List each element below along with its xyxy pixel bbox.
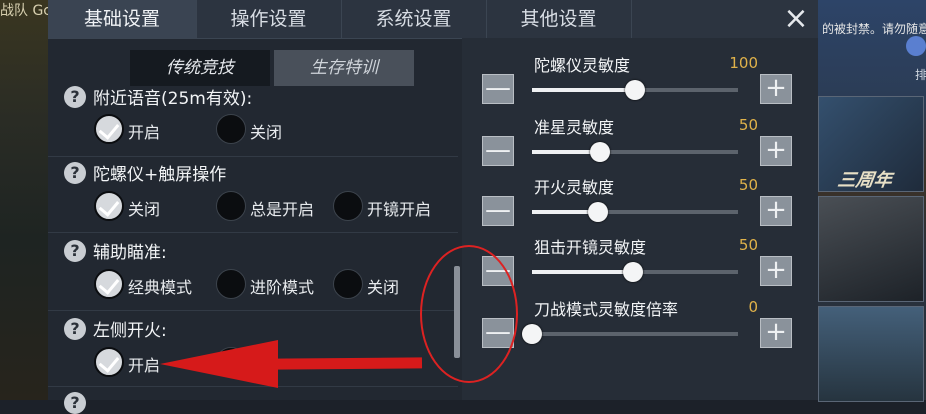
check-icon xyxy=(98,273,120,295)
help-icon[interactable]: ? xyxy=(64,392,86,414)
tab-operation-settings[interactable]: 操作设置 xyxy=(196,0,342,38)
slider-value: 0 xyxy=(748,298,758,316)
radio-nearby-voice-on[interactable] xyxy=(94,114,124,144)
tab-system-settings[interactable]: 系统设置 xyxy=(341,0,487,38)
slider-value: 100 xyxy=(729,54,758,72)
minus-button[interactable]: — xyxy=(482,74,514,104)
plus-button[interactable]: + xyxy=(760,136,792,166)
slider-knob[interactable] xyxy=(622,262,643,282)
setting-label-nearby-voice: 附近语音(25m有效): xyxy=(93,89,253,109)
slider-track[interactable] xyxy=(532,150,738,154)
close-icon[interactable]: × xyxy=(778,2,814,36)
slider-value: 50 xyxy=(738,236,758,254)
slider-value: 50 xyxy=(738,116,758,134)
tab-other-settings[interactable]: 其他设置 xyxy=(486,0,632,38)
option-label: 关闭 xyxy=(128,200,161,219)
slider-label: 开火灵敏度 xyxy=(534,178,615,197)
option-label: 开启 xyxy=(128,356,161,375)
help-icon[interactable]: ? xyxy=(64,86,86,108)
plus-button[interactable]: + xyxy=(760,318,792,348)
divider xyxy=(48,310,458,311)
minus-button[interactable]: — xyxy=(482,196,514,226)
annotation-arrow xyxy=(271,357,423,370)
annotation-circle xyxy=(420,245,518,383)
setting-label-aim-assist: 辅助瞄准: xyxy=(93,243,167,263)
annotation-arrow-head xyxy=(160,340,278,388)
radio-nearby-voice-off[interactable] xyxy=(216,114,246,144)
help-icon[interactable]: ? xyxy=(64,162,86,184)
user-icon[interactable] xyxy=(906,36,926,56)
slider-knob[interactable] xyxy=(589,142,610,162)
option-label: 经典模式 xyxy=(128,278,193,297)
radio-gyro-scope-on[interactable] xyxy=(333,191,363,221)
check-icon xyxy=(98,351,120,373)
slider-label: 陀螺仪灵敏度 xyxy=(534,56,631,75)
background-left xyxy=(0,0,50,400)
background-right-text: 的被封禁。请勿随意 xyxy=(822,22,926,36)
background-left-text: 战队 Gc xyxy=(0,3,51,19)
option-label: 总是开启 xyxy=(250,200,315,219)
slider-track[interactable] xyxy=(532,210,738,214)
setting-label-gyro-touch: 陀螺仪+触屏操作 xyxy=(93,165,227,185)
tab-bar: 基础设置 操作设置 系统设置 其他设置 × xyxy=(48,0,818,39)
check-icon xyxy=(98,195,120,217)
slider-fill xyxy=(532,88,635,92)
check-icon xyxy=(98,118,120,140)
plus-button[interactable]: + xyxy=(760,74,792,104)
option-label: 进阶模式 xyxy=(250,278,315,297)
option-label: 关闭 xyxy=(367,278,400,297)
slider-track[interactable] xyxy=(532,332,738,336)
radio-gyro-always-on[interactable] xyxy=(216,191,246,221)
radio-aim-classic[interactable] xyxy=(94,269,124,299)
slider-knob[interactable] xyxy=(587,202,608,222)
divider xyxy=(48,232,458,233)
tab-basic-settings[interactable]: 基础设置 xyxy=(48,0,197,38)
minus-button[interactable]: — xyxy=(482,136,514,166)
weapon-tile[interactable] xyxy=(818,306,924,402)
subtab-survival[interactable]: 生存特训 xyxy=(274,50,414,86)
subtab-traditional[interactable]: 传统竞技 xyxy=(130,50,270,86)
option-label: 开启 xyxy=(128,123,161,142)
slider-value: 50 xyxy=(738,176,758,194)
character-tile[interactable] xyxy=(818,196,924,302)
radio-gyro-off[interactable] xyxy=(94,191,124,221)
slider-knob[interactable] xyxy=(625,80,645,100)
option-label: 开镜开启 xyxy=(367,200,432,219)
divider xyxy=(48,156,458,157)
slider-label: 准星灵敏度 xyxy=(534,118,615,137)
plus-button[interactable]: + xyxy=(760,196,792,226)
help-icon[interactable]: ? xyxy=(64,240,86,262)
radio-left-fire-on[interactable] xyxy=(94,347,124,377)
rank-label: 排 xyxy=(915,68,926,82)
slider-label: 狙击开镜灵敏度 xyxy=(534,238,647,257)
option-label: 关闭 xyxy=(250,123,283,142)
plus-button[interactable]: + xyxy=(760,256,792,286)
radio-aim-off[interactable] xyxy=(333,269,363,299)
slider-label: 刀战模式灵敏度倍率 xyxy=(534,300,679,319)
slider-knob[interactable] xyxy=(522,324,542,344)
anniversary-badge: 三周年 xyxy=(836,170,894,191)
slider-fill xyxy=(532,270,633,274)
radio-aim-advanced[interactable] xyxy=(216,269,246,299)
help-icon[interactable]: ? xyxy=(64,318,86,340)
setting-label-left-fire: 左侧开火: xyxy=(93,321,167,341)
